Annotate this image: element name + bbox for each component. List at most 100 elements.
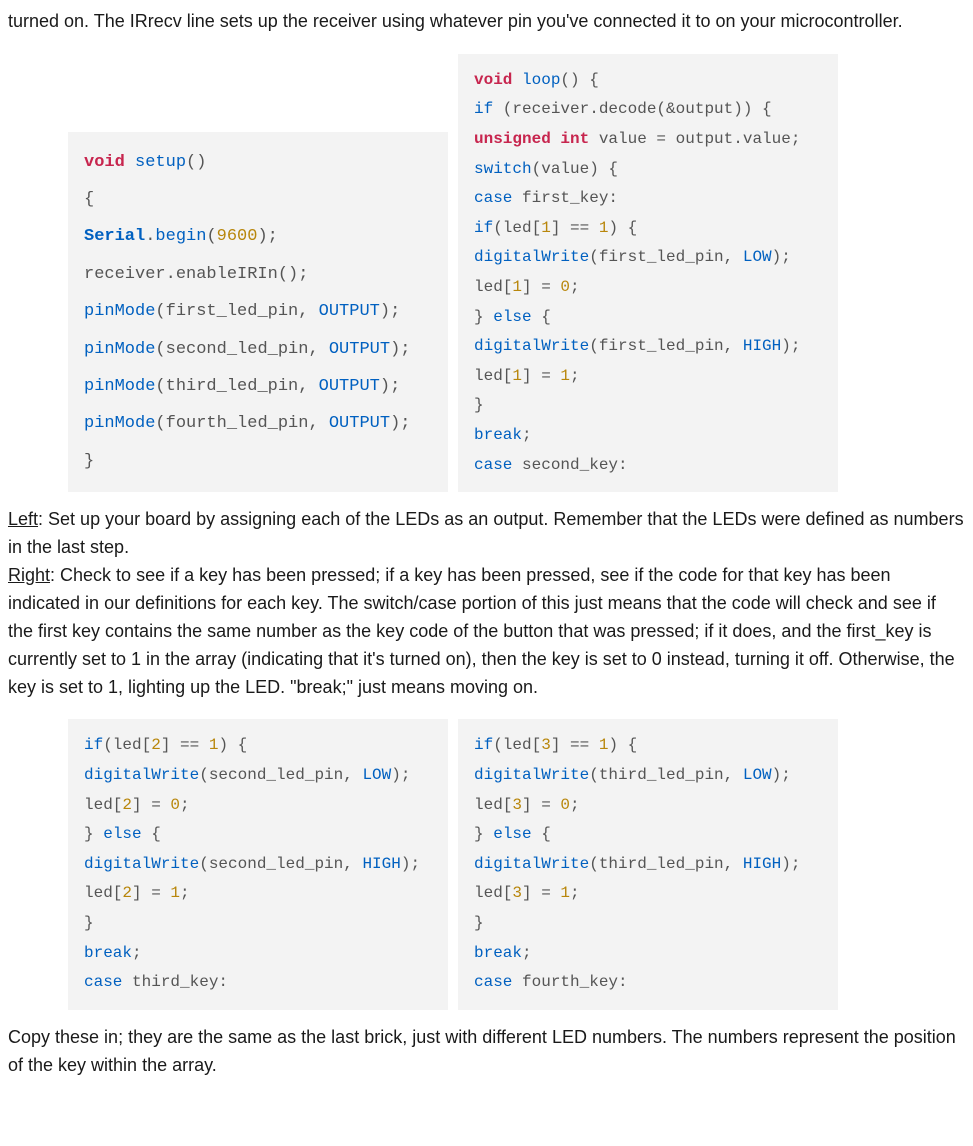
t: 3 xyxy=(541,736,551,754)
t: 1 xyxy=(560,367,570,385)
t: ) { xyxy=(608,219,637,237)
t: ); xyxy=(380,377,400,396)
t: OUTPUT xyxy=(319,377,380,396)
t: 1 xyxy=(541,219,551,237)
t: ] = xyxy=(132,884,170,902)
t: OUTPUT xyxy=(319,302,380,321)
kw-void: void xyxy=(84,153,125,172)
t: (first_led_pin, xyxy=(589,248,743,266)
t: receiver.enableIRIn(); xyxy=(84,265,308,284)
t: ); xyxy=(390,340,410,359)
t: ) { xyxy=(218,736,247,754)
text-left: : Set up your board by assigning each of… xyxy=(8,509,964,557)
t: (second_led_pin, xyxy=(155,340,328,359)
t: 1 xyxy=(599,736,609,754)
t: () xyxy=(186,153,206,172)
t: ; xyxy=(522,944,532,962)
t: led[ xyxy=(474,884,512,902)
t: second_key: xyxy=(512,456,627,474)
t: digitalWrite xyxy=(84,855,199,873)
t: 2 xyxy=(122,796,132,814)
t: break xyxy=(84,944,132,962)
t: led[ xyxy=(84,884,122,902)
t: ( xyxy=(206,227,216,246)
t: (second_led_pin, xyxy=(199,766,362,784)
t: { xyxy=(142,825,161,843)
code-setup: void setup() { Serial.begin(9600); recei… xyxy=(68,132,448,493)
t: (value) { xyxy=(532,160,618,178)
code-row-1: void setup() { Serial.begin(9600); recei… xyxy=(8,54,965,492)
paragraph-outro: Copy these in; they are the same as the … xyxy=(8,1024,965,1080)
t: break xyxy=(474,944,522,962)
t: (second_led_pin, xyxy=(199,855,362,873)
t: 3 xyxy=(512,796,522,814)
t: (third_led_pin, xyxy=(589,766,743,784)
t: fourth_key: xyxy=(512,973,627,991)
fn-setup: setup xyxy=(135,153,186,172)
label-right: Right xyxy=(8,565,50,585)
t: (led[ xyxy=(493,219,541,237)
paragraph-intro: turned on. The IRrecv line sets up the r… xyxy=(8,8,965,36)
t: loop xyxy=(522,71,560,89)
t: () { xyxy=(560,71,598,89)
t: led[ xyxy=(474,278,512,296)
t: 1 xyxy=(560,884,570,902)
t: 2 xyxy=(122,884,132,902)
t: unsigned int xyxy=(474,130,589,148)
t: digitalWrite xyxy=(474,337,589,355)
t: value = output.value; xyxy=(589,130,800,148)
t: ; xyxy=(570,367,580,385)
t: (receiver.decode(&output)) { xyxy=(493,100,771,118)
t: { xyxy=(84,190,94,209)
t: 1 xyxy=(512,367,522,385)
t: HIGH xyxy=(743,855,781,873)
paragraph-left-right: Left: Set up your board by assigning eac… xyxy=(8,506,965,701)
t: (third_led_pin, xyxy=(155,377,318,396)
t: ; xyxy=(132,944,142,962)
t: (first_led_pin, xyxy=(155,302,318,321)
t: begin xyxy=(155,227,206,246)
t: if xyxy=(84,736,103,754)
t: digitalWrite xyxy=(474,855,589,873)
t: LOW xyxy=(743,766,772,784)
t: ; xyxy=(180,884,190,902)
t: 1 xyxy=(512,278,522,296)
t: else xyxy=(103,825,141,843)
t: 0 xyxy=(560,796,570,814)
t: ); xyxy=(781,337,800,355)
t: (led[ xyxy=(103,736,151,754)
t: else xyxy=(493,825,531,843)
t: pinMode xyxy=(84,377,155,396)
t: HIGH xyxy=(362,855,400,873)
t: led[ xyxy=(474,367,512,385)
t: case xyxy=(474,973,512,991)
t: } xyxy=(474,308,484,326)
t: ] == xyxy=(551,736,599,754)
t: (third_led_pin, xyxy=(589,855,743,873)
t: 0 xyxy=(170,796,180,814)
t: } xyxy=(84,452,94,471)
t: 9600 xyxy=(217,227,258,246)
t: } xyxy=(84,825,94,843)
t: (first_led_pin, xyxy=(589,337,743,355)
t: digitalWrite xyxy=(84,766,199,784)
t: ); xyxy=(772,248,791,266)
t: switch xyxy=(474,160,532,178)
t: if xyxy=(474,100,493,118)
t: ; xyxy=(522,426,532,444)
t: (led[ xyxy=(493,736,541,754)
t: if xyxy=(474,219,493,237)
t: ] = xyxy=(522,278,560,296)
t: ); xyxy=(401,855,420,873)
t: pinMode xyxy=(84,414,155,433)
t: } xyxy=(474,396,484,414)
t: ); xyxy=(391,766,410,784)
code-loop: void loop() { if (receiver.decode(&outpu… xyxy=(458,54,838,492)
t: . xyxy=(145,227,155,246)
t: OUTPUT xyxy=(329,414,390,433)
code-case-second: if(led[2] == 1) { digitalWrite(second_le… xyxy=(68,719,448,1009)
text-right: : Check to see if a key has been pressed… xyxy=(8,565,955,697)
t: 2 xyxy=(151,736,161,754)
t: ); xyxy=(257,227,277,246)
t: ] = xyxy=(132,796,170,814)
